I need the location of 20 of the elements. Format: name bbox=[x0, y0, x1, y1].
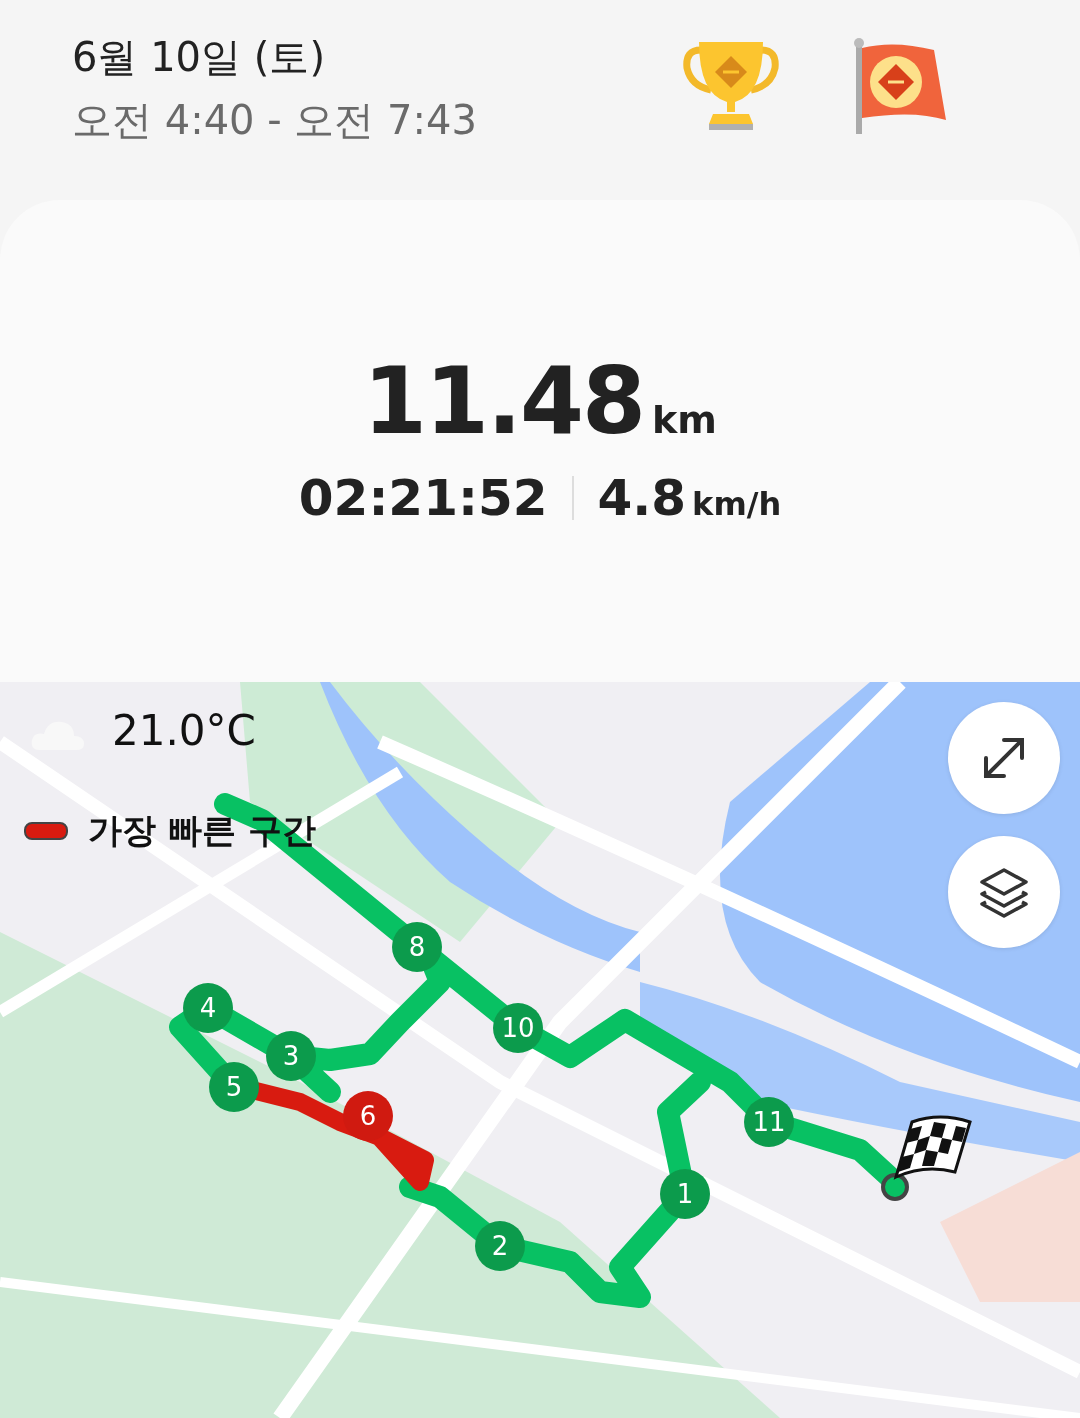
distance-marker: 6 bbox=[343, 1091, 393, 1141]
distance-marker: 3 bbox=[266, 1031, 316, 1081]
workout-date: 6월 10일 (토) bbox=[72, 33, 326, 82]
speed-unit: km/h bbox=[692, 485, 782, 523]
distance-marker: 11 bbox=[744, 1097, 794, 1147]
distance-marker: 10 bbox=[493, 1003, 543, 1053]
distance-value: 11.48 bbox=[363, 348, 645, 455]
distance-marker: 8 bbox=[392, 922, 442, 972]
distance-marker: 5 bbox=[209, 1062, 259, 1112]
layers-icon bbox=[978, 866, 1030, 918]
time-range: 오전 4:40 - 오전 7:43 bbox=[72, 96, 478, 145]
distance-unit: km bbox=[652, 398, 717, 442]
legend-swatch bbox=[24, 822, 68, 840]
distance-marker: 1 bbox=[660, 1169, 710, 1219]
temperature: 21.0°C bbox=[112, 706, 256, 755]
speed-value: 4.8 bbox=[597, 469, 687, 527]
finish-flag-icon bbox=[894, 1115, 972, 1179]
distance-marker: 2 bbox=[475, 1221, 525, 1271]
duration-value: 02:21:52 bbox=[298, 469, 548, 527]
distance-marker: 4 bbox=[183, 983, 233, 1033]
